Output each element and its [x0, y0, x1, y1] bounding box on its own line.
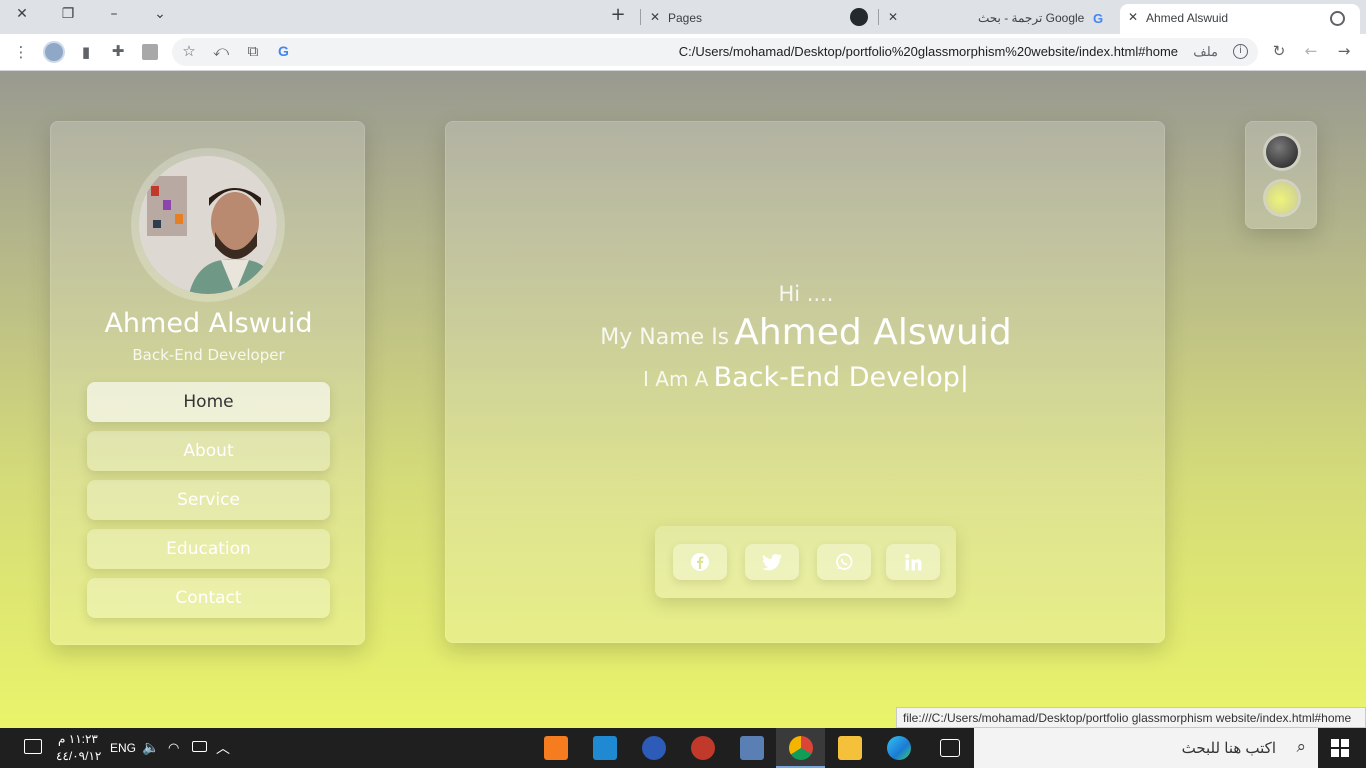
volume-icon[interactable]: 🔈 [142, 739, 159, 756]
address-toolbar: ⋮ ▮ ✚ ☆ ⤺ ⧉ G C:/Users/mohamad/Desktop/p… [0, 34, 1366, 71]
tab-search-chevron-icon[interactable]: ⌄ [148, 6, 172, 22]
file-label: ملف [1193, 44, 1218, 59]
whatsapp-icon[interactable] [817, 544, 871, 580]
clock-time[interactable]: ١١:٢٣ م [58, 732, 98, 746]
nav-contact-button[interactable]: Contact [87, 578, 330, 618]
nav-education-button[interactable]: Education [87, 529, 330, 569]
taskbar-search[interactable]: اكتب هنا للبحث ⌕ [974, 728, 1318, 768]
reload-icon[interactable]: ↻ [1268, 42, 1290, 60]
extensions-puzzle-icon[interactable]: ✚ [107, 42, 129, 60]
menu-kebab-icon[interactable]: ⋮ [10, 43, 32, 61]
tab-title: Ahmed Alswuid [1146, 11, 1229, 25]
avatar [139, 156, 277, 294]
language-indicator[interactable]: ENG [110, 741, 136, 755]
close-tab-icon[interactable]: ✕ [650, 10, 660, 24]
dark-theme-toggle[interactable] [1266, 136, 1298, 168]
social-links [655, 526, 956, 598]
windows-taskbar: ١١:٢٣ م ٤٤/٠٩/١٢ ENG 🔈 ◠ ︿ اكتب هنا للبح… [0, 728, 1366, 768]
tab-title: ترجمة - بحث Google [978, 11, 1085, 25]
tab-title: Pages [668, 11, 703, 25]
nav-service-button[interactable]: Service [87, 480, 330, 520]
back-arrow-icon[interactable]: → [1333, 42, 1355, 60]
share-icon[interactable]: ⤺ [210, 42, 232, 60]
edge-icon[interactable] [887, 736, 911, 760]
tab-pages[interactable]: ✕ Pages [644, 4, 868, 34]
chrome-icon[interactable] [789, 736, 813, 760]
hero-greeting: Hi .... [778, 282, 834, 306]
restore-window-icon[interactable]: ❐ [56, 6, 80, 22]
close-tab-icon[interactable]: ✕ [888, 10, 898, 24]
psiphon-icon[interactable] [691, 736, 715, 760]
avatar-frame [131, 148, 285, 302]
omnibox[interactable]: ☆ ⤺ ⧉ G C:/Users/mohamad/Desktop/portfol… [172, 38, 1258, 66]
link-status-bar: file:///C:/Users/mohamad/Desktop/portfol… [896, 707, 1366, 728]
search-placeholder: اكتب هنا للبحث [1181, 740, 1276, 757]
side-panel-icon[interactable]: ▮ [75, 43, 97, 61]
linkedin-icon[interactable] [886, 544, 940, 580]
theme-toggle-panel [1245, 121, 1317, 229]
hero-panel: Hi .... My Name Is Ahmed Alswuid I Am A … [445, 121, 1165, 643]
google-icon: G [1093, 11, 1104, 26]
tab-strip: ✕ ❐ – ⌄ + ✕ Pages ✕ ترجمة - بحث Google G… [0, 0, 1366, 34]
new-tab-plus-icon[interactable]: + [606, 4, 630, 25]
profile-sidebar: Ahmed Alswuid Back-End Developer Home Ab… [50, 121, 365, 645]
vscode-icon[interactable] [593, 736, 617, 760]
forward-arrow-icon[interactable]: ← [1300, 42, 1322, 60]
bookmark-star-icon[interactable]: ☆ [178, 42, 200, 60]
network-app-icon[interactable] [740, 736, 764, 760]
nav-about-button[interactable]: About [87, 431, 330, 471]
globe-icon [1330, 11, 1345, 26]
file-explorer-icon[interactable] [838, 736, 862, 760]
app-icon[interactable] [642, 736, 666, 760]
wifi-icon[interactable]: ◠ [168, 740, 179, 756]
extension-icon[interactable] [142, 44, 158, 60]
show-hidden-icons-chevron-icon[interactable]: ︿ [216, 738, 230, 758]
close-tab-icon[interactable]: ✕ [1128, 10, 1138, 24]
site-info-icon[interactable]: i [1233, 44, 1248, 59]
profile-avatar-icon[interactable] [43, 41, 65, 63]
tab-google-translate-search[interactable]: ✕ ترجمة - بحث Google G [882, 4, 1116, 34]
tab-ahmed-alswuid[interactable]: ✕ Ahmed Alswuid [1120, 4, 1360, 34]
hero-role-prefix: I Am A [643, 367, 709, 391]
clock-date[interactable]: ٤٤/٠٩/١٢ [56, 749, 101, 763]
minimize-window-icon[interactable]: – [102, 6, 126, 22]
hero-name-prefix: My Name Is [600, 325, 730, 350]
portfolio-page: Ahmed Alswuid Back-End Developer Home Ab… [0, 71, 1366, 728]
windows-start-icon[interactable] [1331, 739, 1349, 757]
nav-home-button[interactable]: Home [87, 382, 330, 422]
task-view-icon[interactable] [940, 739, 960, 757]
search-icon: ⌕ [1296, 737, 1306, 756]
action-center-icon[interactable] [24, 739, 42, 754]
profile-role: Back-End Developer [132, 346, 285, 364]
light-theme-toggle[interactable] [1266, 182, 1298, 214]
github-icon [850, 8, 868, 26]
google-lens-icon[interactable]: G [278, 43, 289, 59]
close-window-icon[interactable]: ✕ [10, 6, 34, 22]
battery-icon[interactable] [192, 741, 207, 752]
hero-role-line: I Am A Back-End Develop| [446, 362, 1166, 393]
facebook-icon[interactable] [673, 544, 727, 580]
profile-name: Ahmed Alswuid [104, 308, 313, 339]
hero-role-typed: Back-End Develop| [713, 362, 969, 393]
translate-icon[interactable]: ⧉ [242, 42, 264, 60]
twitter-icon[interactable] [745, 544, 799, 580]
url-text[interactable]: C:/Users/mohamad/Desktop/portfolio%20gla… [679, 44, 1178, 59]
hero-name: Ahmed Alswuid [734, 312, 1012, 353]
xampp-icon[interactable] [544, 736, 568, 760]
hero-name-line: My Name Is Ahmed Alswuid [446, 312, 1166, 353]
